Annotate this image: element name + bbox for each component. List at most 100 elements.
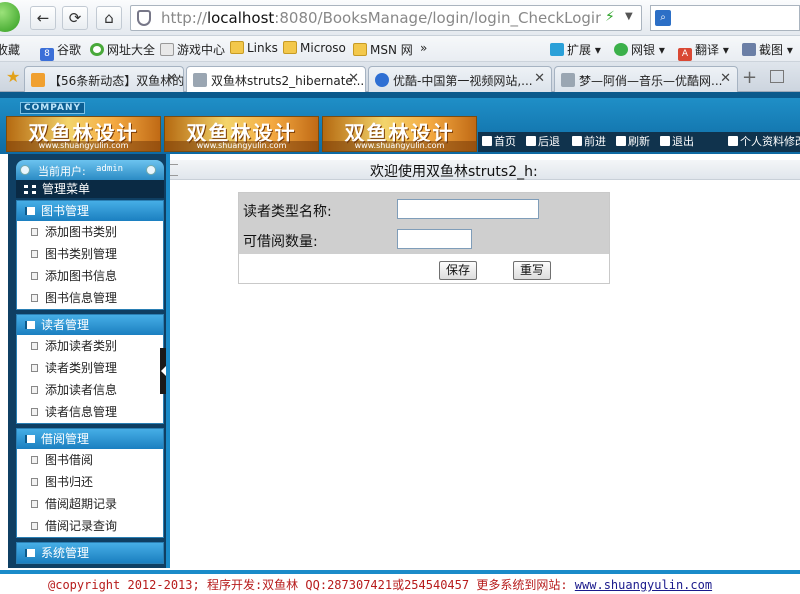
bookmark-links[interactable]: Links — [230, 41, 278, 55]
section-header[interactable]: 借阅管理 — [17, 429, 163, 449]
save-button[interactable]: 保存 — [439, 261, 477, 280]
borrow-count-input[interactable] — [397, 229, 472, 249]
banner-url: www.shuangyulin.com — [165, 141, 318, 151]
grid-icon — [24, 185, 36, 194]
search-input[interactable]: ⌕ — [650, 5, 800, 31]
knob-icon — [146, 165, 156, 175]
star-icon[interactable]: ★ — [6, 67, 20, 86]
refresh-icon — [616, 136, 626, 146]
bookmark-label: Microso — [300, 41, 346, 55]
toolbar-label: 刷新 — [628, 135, 650, 148]
game-icon — [160, 43, 174, 56]
section-header[interactable]: 系统管理 — [17, 543, 163, 563]
sidebar-item-add-reader-type[interactable]: 添加读者类别 — [17, 335, 163, 357]
extensions-button[interactable]: 扩展 ▾ — [550, 41, 601, 58]
extras-label: 网银 — [631, 43, 656, 57]
bookmark-label: 收藏 — [0, 43, 21, 57]
ring-icon — [90, 43, 104, 56]
toolbar-label: 前进 — [584, 135, 606, 148]
refresh-button[interactable]: 刷新 — [616, 134, 650, 150]
sidebar-item-return-book[interactable]: 图书归还 — [17, 471, 163, 493]
home-button[interactable]: 首页 — [482, 134, 516, 150]
section-header[interactable]: 读者管理 — [17, 315, 163, 335]
sidebar-item-label: 图书类别管理 — [45, 247, 118, 261]
bookmark-label: 游戏中心 — [177, 43, 226, 57]
tab-news[interactable]: 【56条新动态】双鱼林的... ✕ — [24, 66, 184, 92]
current-user-label: 当前用户: — [38, 165, 86, 178]
tab-favicon-icon — [193, 73, 207, 87]
knob-icon — [20, 165, 30, 175]
bookmark-game-center[interactable]: 游戏中心 — [160, 41, 225, 58]
sidebar-item-overdue-records[interactable]: 借阅超期记录 — [17, 493, 163, 515]
bookmark-favorites[interactable]: 收藏 — [0, 41, 20, 58]
sidebar-item-reader-type-management[interactable]: 读者类别管理 — [17, 357, 163, 379]
online-bank-button[interactable]: 网银 ▾ — [614, 41, 665, 58]
chevron-down-icon[interactable]: ▼ — [625, 11, 633, 22]
sidebar-item-label: 图书信息管理 — [45, 291, 118, 305]
section-header[interactable]: 图书管理 — [17, 201, 163, 221]
sidebar-item-borrow-record-query[interactable]: 借阅记录查询 — [17, 515, 163, 537]
close-icon[interactable]: ✕ — [720, 71, 731, 86]
profile-edit-button[interactable]: 个人资料修改 — [728, 134, 800, 150]
reader-type-form: 读者类型名称: 可借阅数量: 保存 重写 — [238, 192, 610, 284]
document-icon — [31, 272, 38, 280]
logout-button[interactable]: 退出 — [660, 134, 694, 150]
reload-icon[interactable]: ⟳ — [62, 6, 88, 30]
home-icon[interactable]: ⌂ — [96, 6, 122, 30]
back-arrow-icon[interactable]: ← — [30, 6, 56, 30]
sidebar-item-add-reader-info[interactable]: 添加读者信息 — [17, 379, 163, 401]
book-icon — [25, 207, 35, 215]
bookmark-site-directory[interactable]: 网址大全 — [90, 41, 155, 58]
translate-button[interactable]: A 翻译 ▾ — [678, 41, 729, 61]
back-button[interactable]: 后退 — [526, 134, 560, 150]
sidebar-item-label: 图书借阅 — [45, 453, 94, 467]
lightning-icon[interactable]: ⚡ — [605, 9, 615, 25]
address-protocol: http:// — [161, 9, 207, 27]
footer-website-link[interactable]: www.shuangyulin.com — [575, 578, 712, 592]
profile-icon — [728, 136, 738, 146]
tab-music[interactable]: 梦—阿俏—音乐—优酷网... ✕ — [554, 66, 738, 92]
close-icon[interactable]: ✕ — [348, 71, 359, 86]
sidebar-item-reader-info-management[interactable]: 读者信息管理 — [17, 401, 163, 423]
sidebar-item-borrow-book[interactable]: 图书借阅 — [17, 449, 163, 471]
toolbar-label: 退出 — [672, 135, 694, 148]
sidebar-item-book-category-management[interactable]: 图书类别管理 — [17, 243, 163, 265]
new-tab-plus-icon[interactable]: + — [742, 67, 757, 88]
tab-youku[interactable]: 优酷-中国第一视频网站,... ✕ — [368, 66, 552, 92]
sidebar-item-add-book-info[interactable]: 添加图书信息 — [17, 265, 163, 287]
folder-icon — [353, 43, 367, 56]
forward-button[interactable]: 前进 — [572, 134, 606, 150]
screenshot-button[interactable]: 截图 ▾ — [742, 41, 793, 58]
arrow-left-icon — [526, 136, 536, 146]
tab-books-manage[interactable]: 双鱼林struts2_hibernate... ✕ — [186, 66, 366, 92]
close-icon[interactable]: ✕ — [534, 71, 545, 86]
address-bar[interactable]: http://localhost:8080/BooksManage/login/… — [130, 5, 642, 31]
bookmark-microsoft[interactable]: Microso — [283, 41, 346, 55]
borrow-count-label: 可借阅数量: — [243, 234, 318, 250]
tab-title: 双鱼林struts2_hibernate... — [211, 74, 365, 88]
sidebar-item-label: 借阅超期记录 — [45, 497, 118, 511]
google-icon: 8 — [40, 48, 54, 61]
reader-type-name-input[interactable] — [397, 199, 539, 219]
search-engine-icon[interactable]: ⌕ — [655, 10, 671, 26]
banner-url: www.shuangyulin.com — [323, 141, 476, 151]
footer-copyright-text: @copyright 2012-2013; 程序开发:双鱼林 QQ:287307… — [48, 578, 568, 592]
tab-strip: ★ 【56条新动态】双鱼林的... ✕ 双鱼林struts2_hibernate… — [0, 62, 800, 92]
section-reader-management: 读者管理 添加读者类别 读者类别管理 添加读者信息 读者信息管理 — [16, 314, 164, 424]
bookmark-label: 谷歌 — [57, 43, 82, 57]
bookmark-msn[interactable]: MSN 网 — [353, 41, 413, 58]
address-url[interactable]: http://localhost:8080/BooksManage/login/… — [161, 9, 601, 27]
sidebar-item-label: 读者类别管理 — [45, 361, 118, 375]
tab-title: 【56条新动态】双鱼林的... — [49, 74, 184, 88]
sidebar-item-book-info-management[interactable]: 图书信息管理 — [17, 287, 163, 309]
close-icon[interactable]: ✕ — [166, 71, 177, 86]
section-book-management: 图书管理 添加图书类别 图书类别管理 添加图书信息 图书信息管理 — [16, 200, 164, 310]
browser-logo-icon[interactable] — [0, 2, 20, 32]
more-chevron-icon: » — [420, 41, 428, 55]
sidebar-item-add-book-category[interactable]: 添加图书类别 — [17, 221, 163, 243]
reset-button[interactable]: 重写 — [513, 261, 551, 280]
bookmarks-more[interactable]: » — [420, 41, 427, 55]
window-restore-icon[interactable] — [770, 70, 784, 83]
sidebar-item-label: 添加图书类别 — [45, 225, 118, 239]
bookmark-google[interactable]: 8 谷歌 — [40, 41, 81, 61]
